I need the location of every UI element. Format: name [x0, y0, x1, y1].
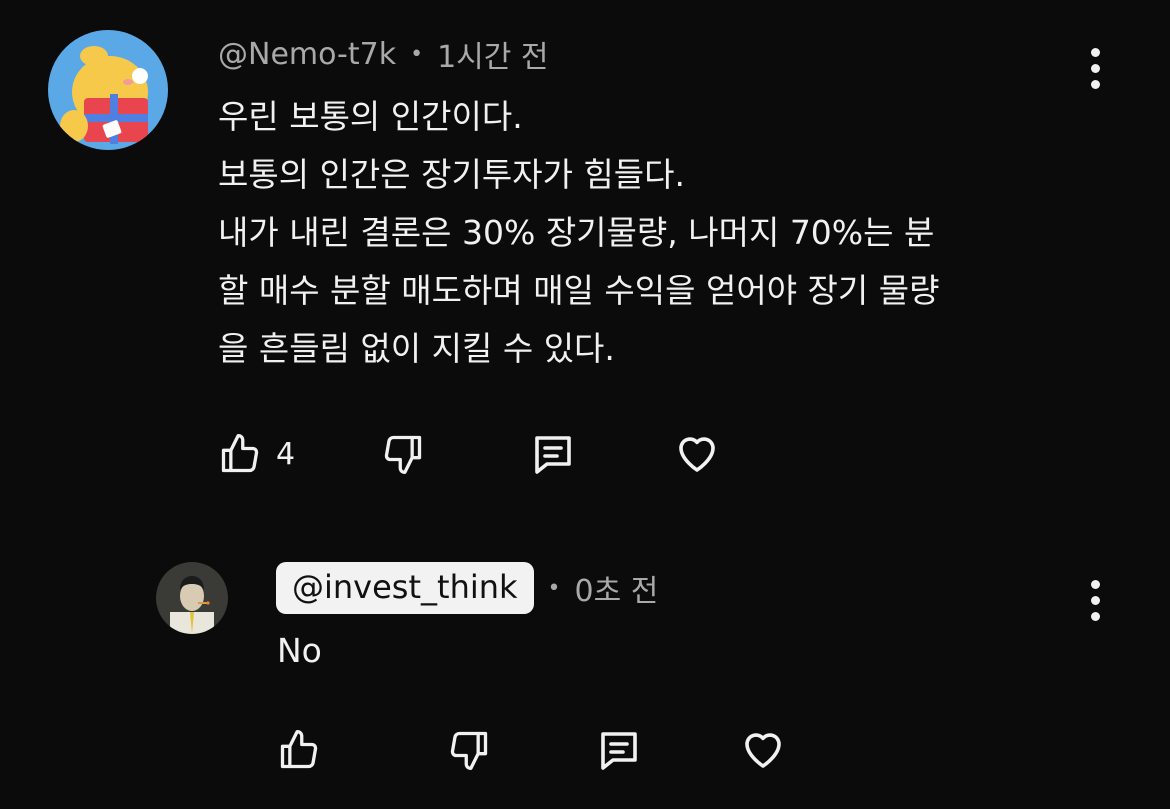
meta-separator: • [547, 575, 561, 601]
reply-author[interactable]: @invest_think [276, 562, 534, 614]
like-button[interactable]: 4 [218, 432, 295, 476]
reply-time[interactable]: 0초 전 [575, 566, 659, 610]
reply-meta: @invest_think • 0초 전 [276, 562, 658, 614]
author-avatar[interactable] [48, 30, 168, 150]
comment-icon [535, 436, 571, 474]
heart-button[interactable] [673, 430, 721, 478]
heart-icon [679, 437, 715, 472]
reply-avatar-image [156, 562, 228, 634]
thumbs-down-icon [450, 731, 488, 770]
comment-actions: 4 [218, 430, 721, 478]
comment-time[interactable]: 1시간 전 [437, 32, 548, 76]
meta-separator: • [410, 41, 424, 67]
reply-text: No [277, 631, 322, 670]
more-vertical-icon [1090, 580, 1100, 589]
like-count: 4 [276, 436, 296, 472]
thumbs-down-icon [384, 435, 422, 474]
reply-dislike-button[interactable] [447, 728, 491, 772]
avatar-image [48, 30, 168, 150]
comment-more-button[interactable] [1085, 48, 1105, 89]
reply-like-button[interactable] [277, 728, 321, 772]
comment-meta: @Nemo-t7k • 1시간 전 [218, 32, 549, 76]
heart-icon [745, 733, 781, 768]
reply-actions [277, 726, 787, 774]
reply-heart-button[interactable] [739, 726, 787, 774]
reply-avatar[interactable] [156, 562, 228, 634]
reply-reply-button[interactable] [595, 726, 643, 774]
reply-more-button[interactable] [1085, 580, 1105, 621]
thumbs-up-icon [221, 434, 259, 473]
comment-text: 우린 보통의 인간이다. 보통의 인간은 장기투자가 힘들다. 내가 내린 결론… [218, 97, 940, 368]
dislike-button[interactable] [381, 432, 425, 476]
thumbs-up-icon [280, 730, 318, 769]
more-vertical-icon [1090, 48, 1100, 57]
comment-icon [601, 732, 637, 770]
comment-author[interactable]: @Nemo-t7k [218, 37, 396, 72]
reply-button[interactable] [529, 430, 577, 478]
